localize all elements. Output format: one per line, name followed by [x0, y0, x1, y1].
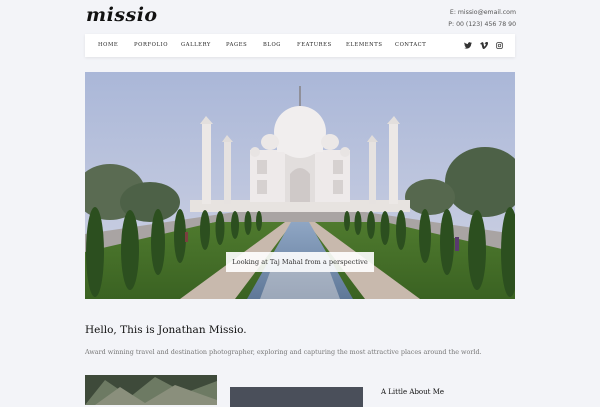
nav-item-contact[interactable]: CONTACT: [395, 34, 426, 57]
nav-item-features[interactable]: FEATURES: [297, 34, 332, 57]
intro-text: Award winning travel and destination pho…: [85, 348, 482, 356]
intro-title: Hello, This is Jonathan Missio.: [85, 324, 247, 336]
about-title: A Little About Me: [381, 388, 445, 396]
contact-phone: P: 00 (123) 456 78 90: [448, 21, 516, 28]
twitter-icon[interactable]: [463, 40, 473, 50]
site-logo[interactable]: missio: [86, 4, 158, 26]
nav-item-pages[interactable]: PAGES: [226, 34, 247, 57]
thumbnail-photo: [85, 375, 217, 405]
instagram-icon[interactable]: [494, 40, 504, 50]
nav-item-blog[interactable]: BLOG: [263, 34, 281, 57]
nav-item-portfolio[interactable]: PORFOLIO: [134, 34, 168, 57]
main-navbar: HOME PORFOLIO GALLERY PAGES BLOG FEATURE…: [85, 34, 515, 57]
contact-email[interactable]: E: missio@email.com: [448, 7, 516, 19]
vimeo-icon[interactable]: [479, 40, 489, 50]
about-image: [230, 387, 363, 407]
contact-info: E: missio@email.com P: 00 (123) 456 78 9…: [448, 7, 516, 31]
nav-item-home[interactable]: HOME: [98, 34, 118, 57]
nav-item-gallery[interactable]: GALLERY: [181, 34, 211, 57]
hero-caption: Looking at Taj Mahal from a perspective: [226, 252, 374, 272]
gallery-thumbnail[interactable]: [85, 375, 217, 405]
nav-item-elements[interactable]: ELEMENTS: [346, 34, 382, 57]
